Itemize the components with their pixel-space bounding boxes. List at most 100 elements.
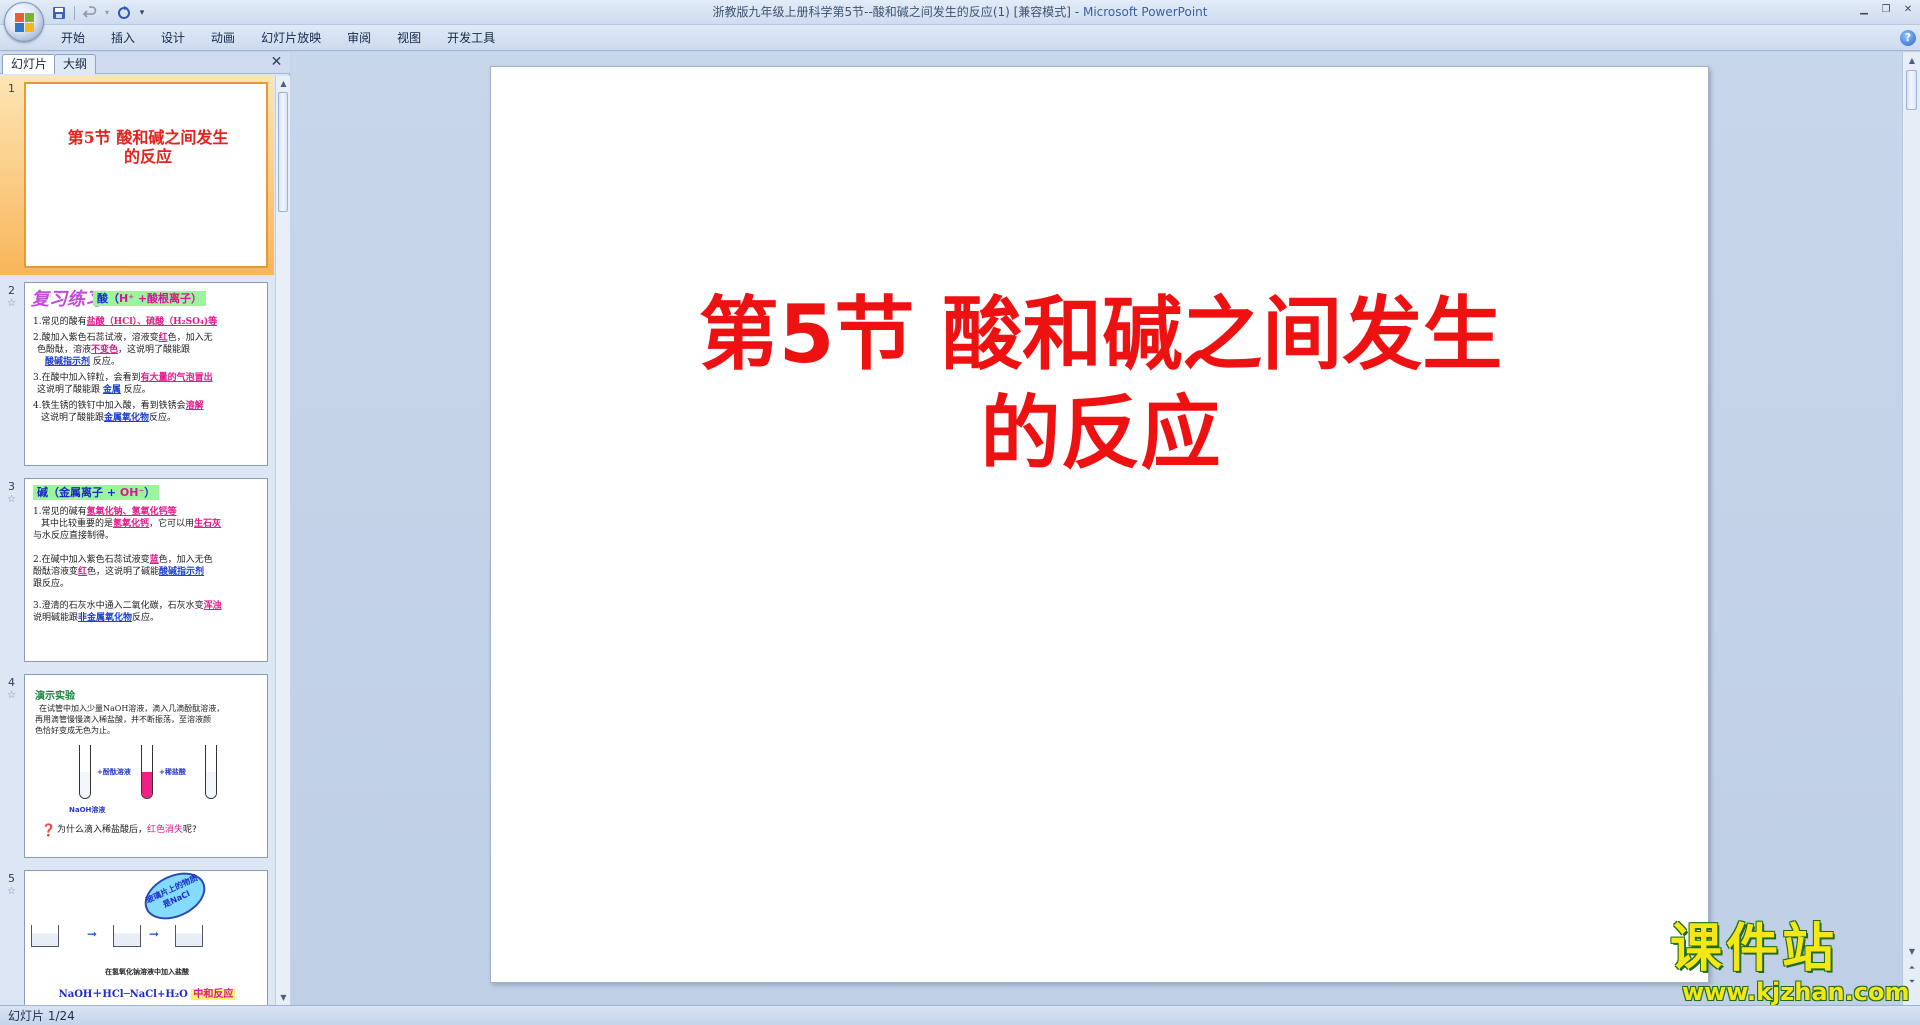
thumb-line: 其中比较重要的是氢氧化钙，它可以用生石灰 (41, 519, 221, 530)
tube-fill (80, 772, 90, 798)
maximize-icon[interactable]: ❐ (1878, 2, 1894, 16)
tab-outline[interactable]: 大纲 (54, 54, 97, 74)
scroll-thumb[interactable] (1906, 70, 1917, 110)
thumbnail-row-5[interactable]: 5 ☆ 玻璃片上的物质是NaCl ➞ ➞ 在氢氧化钠溶液中加入盐酸 NaOH＋H… (0, 866, 274, 1005)
base-tag-b: OH⁻ (119, 486, 145, 499)
t: 生石灰 (194, 519, 222, 529)
thumbnail-row-3[interactable]: 3 ☆ 碱（金属离子 + OH⁻） 1.常见的碱有氢氧化钠、氢氧化钙等 其中比较… (0, 474, 274, 664)
thumbnail-title-line2: 的反应 (123, 147, 172, 166)
title-bar: ▾ ▾ 浙教版九年级上册科学第5节--酸和碱之间发生的反应(1) [兼容模式] … (0, 0, 1920, 42)
test-tube-1 (79, 745, 91, 799)
thumbnail-scrollbar[interactable]: ▲ ▼ (275, 76, 290, 1005)
acid-tag-c: +酸根离子） (134, 292, 203, 305)
tab-slide-show[interactable]: 幻灯片放映 (248, 25, 334, 51)
tab-view[interactable]: 视图 (384, 25, 434, 51)
thumb-question: 为什么滴入稀盐酸后，红色消失呢? (57, 825, 197, 836)
t: 有大量的气泡冒出 (140, 373, 213, 383)
scroll-thumb[interactable] (278, 92, 288, 212)
scroll-down-icon[interactable]: ▼ (276, 990, 291, 1005)
tab-design[interactable]: 设计 (148, 25, 198, 51)
watermark-brand: 课件站 (1670, 918, 1839, 979)
experiment-caption: 在氢氧化钠溶液中加入盐酸 (105, 968, 189, 976)
panel-close-icon[interactable]: ✕ (269, 55, 284, 70)
t: 3.澄清的石灰水中通入二氧化碳，石灰水变 (33, 601, 204, 611)
watermark-logo: 课件站 www.kjzhan.com (1662, 918, 1909, 1006)
current-slide[interactable]: 第5节 酸和碱之间发生 的反应 (490, 66, 1709, 983)
animation-star-icon: ☆ (7, 886, 16, 897)
demo-title: 演示实验 (35, 691, 75, 702)
thumbnail-title-line1: 第5节 酸和碱之间发生 (67, 128, 229, 147)
t: 1.常见的酸有 (33, 317, 87, 327)
scroll-up-icon[interactable]: ▲ (1903, 54, 1920, 68)
beaker-2 (113, 925, 141, 947)
slide-title[interactable]: 第5节 酸和碱之间发生 的反应 (491, 285, 1710, 482)
t: 金属 (102, 385, 121, 395)
t: 氢氧化钙 (113, 519, 150, 529)
t: 氢氧化钠、氢氧化钙等 (86, 507, 177, 517)
thumbnail-row-1[interactable]: 1 第5节 酸和碱之间发生 的反应 (0, 76, 274, 275)
beaker-1 (31, 925, 59, 947)
window-controls: ▁ ❐ ✕ (1856, 2, 1916, 16)
slide-counter: 幻灯片 1/24 (8, 1009, 75, 1023)
tab-insert[interactable]: 插入 (98, 25, 148, 51)
t: ，它可以用 (149, 519, 195, 529)
minimize-icon[interactable]: ▁ (1856, 2, 1872, 16)
ribbon: 开始 插入 设计 动画 幻灯片放映 审阅 视图 开发工具 ? (0, 25, 1920, 51)
tab-developer[interactable]: 开发工具 (434, 25, 508, 51)
thumb-line: 酚酞溶液变红色，这说明了碱能酸碱指示剂 (33, 567, 204, 578)
thumbnail-row-4[interactable]: 4 ☆ 演示实验 在试管中加入少量NaOH溶液，滴入几滴酚酞溶液， 再用滴管慢慢… (0, 670, 274, 860)
thumbnail-title: 第5节 酸和碱之间发生 的反应 (26, 128, 266, 166)
animation-star-icon: ☆ (7, 494, 16, 505)
animation-star-icon: ☆ (7, 298, 16, 309)
thumbnail-list: 1 第5节 酸和碱之间发生 的反应 2 ☆ 复习练习: 酸（H⁺ +酸根离子） … (0, 76, 274, 1005)
thumbnail-row-2[interactable]: 2 ☆ 复习练习: 酸（H⁺ +酸根离子） 1.常见的酸有盐酸（HCl）、硫酸（… (0, 278, 274, 468)
title-pre: 第 (698, 287, 779, 381)
arrow-icon: ➞ (149, 927, 160, 941)
status-bar: 幻灯片 1/24 (0, 1005, 1920, 1025)
slide-thumbnail-2[interactable]: 复习练习: 酸（H⁺ +酸根离子） 1.常见的酸有盐酸（HCl）、硫酸（H₂SO… (24, 282, 268, 466)
thumb-line: 1.常见的碱有氢氧化钠、氢氧化钙等 (33, 507, 177, 518)
tab-slides[interactable]: 幻灯片 (2, 54, 57, 74)
ribbon-tabs: 开始 插入 设计 动画 幻灯片放映 审阅 视图 开发工具 (48, 25, 508, 51)
t: ，这说明了酸能跟 (118, 345, 191, 355)
t: 3.在酸中加入锌粒，会看到 (33, 373, 141, 383)
thumb-line: 3.在酸中加入锌粒，会看到有大量的气泡冒出 (33, 373, 213, 384)
scroll-down-icon[interactable]: ▼ (1903, 945, 1920, 959)
t: 酸碱指示剂 (45, 357, 91, 367)
animation-star-icon: ☆ (7, 690, 16, 701)
t: 说明碱能跟 (33, 613, 79, 623)
t: 红 (78, 567, 88, 577)
help-icon[interactable]: ? (1900, 30, 1916, 46)
panel-tabs: 幻灯片 大纲 ✕ (0, 52, 290, 74)
scroll-up-icon[interactable]: ▲ (276, 76, 291, 91)
close-icon[interactable]: ✕ (1900, 2, 1916, 16)
acid-tag-a: 酸（ (97, 292, 119, 305)
t: 红 (158, 333, 168, 343)
tab-home[interactable]: 开始 (48, 25, 98, 51)
slide-thumbnail-5[interactable]: 玻璃片上的物质是NaCl ➞ ➞ 在氢氧化钠溶液中加入盐酸 NaOH＋HCl─N… (24, 870, 268, 1005)
t: 与水反应直接制得。 (33, 531, 115, 541)
t: 反应。 (149, 413, 177, 423)
tab-animations[interactable]: 动画 (198, 25, 248, 51)
t: 红色消失 (147, 825, 184, 835)
thumbnail-number: 2 (8, 284, 15, 297)
previous-slide-icon[interactable]: ⏶ (1903, 961, 1920, 975)
acid-tag-b: H⁺ (119, 292, 135, 305)
slide-thumbnail-4[interactable]: 演示实验 在试管中加入少量NaOH溶液，滴入几滴酚酞溶液， 再用滴管慢慢滴入稀盐… (24, 674, 268, 858)
beaker-3 (175, 925, 203, 947)
equation-text: NaOH＋HCl─NaCl+H₂O (58, 989, 188, 1000)
t: 浑浊 (203, 601, 222, 611)
thumb-line: 酸碱指示剂 反应。 (45, 357, 120, 368)
thumb-line: 再用滴管慢慢滴入稀盐酸，并不断振荡，至溶液颜 (35, 715, 211, 724)
speech-bubble: 玻璃片上的物质是NaCl (137, 871, 213, 929)
editor-scrollbar[interactable]: ▲ ▼ ⏶ ⏷ (1902, 52, 1920, 1005)
tab-review[interactable]: 审阅 (334, 25, 384, 51)
t: 金属氧化物 (104, 413, 150, 423)
t: 酸碱指示剂 (159, 567, 205, 577)
office-button[interactable] (4, 2, 44, 42)
t: 呢? (183, 825, 197, 835)
thumb-line: 说明碱能跟非金属氧化物反应。 (33, 613, 159, 624)
slide-thumbnail-1[interactable]: 第5节 酸和碱之间发生 的反应 (24, 82, 268, 268)
slide-thumbnail-3[interactable]: 碱（金属离子 + OH⁻） 1.常见的碱有氢氧化钠、氢氧化钙等 其中比较重要的是… (24, 478, 268, 662)
t: 盐酸（HCl）、硫酸（H₂SO₄)等 (86, 317, 218, 327)
